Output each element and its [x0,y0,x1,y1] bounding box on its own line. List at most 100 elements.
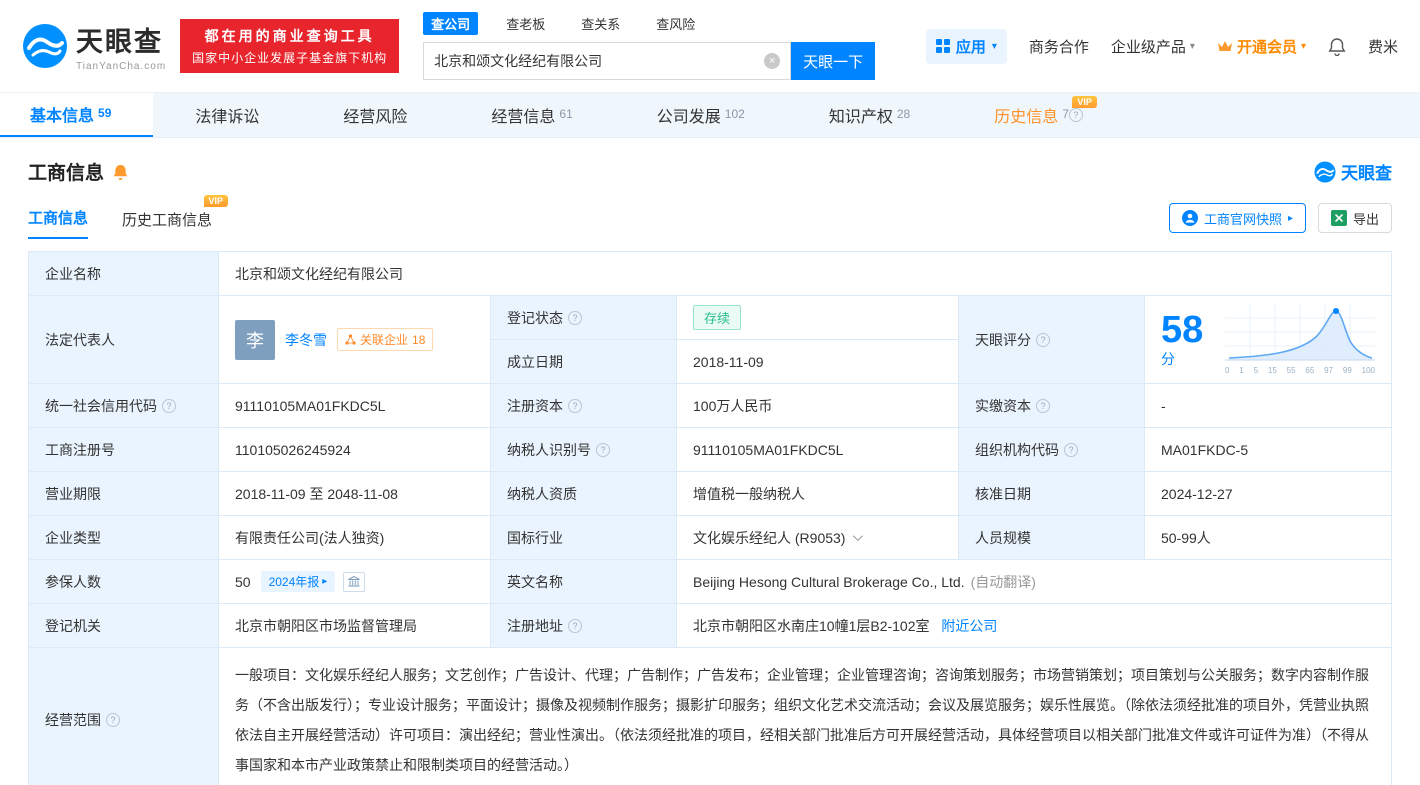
help-icon[interactable]: ? [1068,108,1083,122]
tab-company-development[interactable]: 公司发展 102 [615,93,787,137]
reg-number-value: 110105026245924 [218,427,491,472]
search-box: × [423,42,792,80]
help-icon[interactable]: ? [1036,398,1050,413]
business-scope-label: 经营范围? [28,647,219,785]
official-snapshot-button[interactable]: 工商官网快照 ▸ [1168,203,1306,233]
help-icon[interactable]: ? [568,618,582,633]
reg-address-value: 北京市朝阳区水南庄10幢1层B2-102室 附近公司 [676,603,1392,648]
tab-operation-info[interactable]: 经营信息 61 [449,93,614,137]
vip-badge: VIP [1072,96,1097,108]
social-insurance-icon[interactable] [343,571,366,592]
org-code-value: MA01FKDC-5 [1144,427,1392,472]
apps-label: 应用 [955,38,986,56]
bell-icon[interactable] [1328,37,1346,56]
auto-translate-note: (自动翻译) [970,573,1036,590]
search-input[interactable] [434,53,765,69]
watermark-logo: 天眼查 [1314,159,1392,184]
english-name-label: 英文名称 [490,559,677,604]
paid-capital-label: 实缴资本? [958,383,1145,428]
chevron-down-icon: ▾ [991,40,997,52]
logo-text: 天眼查 [76,27,163,57]
table-row: 登记机关 北京市朝阳区市场监督管理局 注册地址? 北京市朝阳区水南庄10幢1层B… [28,603,1392,648]
taxpayer-id-label: 纳税人识别号? [490,427,677,472]
help-icon[interactable]: ? [1064,442,1078,457]
company-type-value: 有限责任公司(法人独资) [218,515,491,560]
nearby-companies-link[interactable]: 附近公司 [941,618,997,634]
nav-user[interactable]: 费米 [1368,36,1398,57]
top-header: 天眼查 TianYanCha.com 都在用的商业查询工具 国家中小企业发展子基… [0,0,1420,92]
company-name-value: 北京和颂文化经纪有限公司 [218,251,1392,296]
notify-bell-icon[interactable] [112,163,129,181]
staff-size-value: 50-99人 [1144,515,1392,560]
chevron-down-icon: ▾ [1189,40,1195,52]
help-icon[interactable]: ? [568,398,582,413]
tab-basic-info[interactable]: 基本信息 59 [0,93,154,137]
help-icon[interactable]: ? [1036,332,1050,347]
subtab-history-business-info[interactable]: VIP 历史工商信息 [122,195,229,239]
org-code-label: 组织机构代码? [958,427,1145,472]
taxpayer-quality-value: 增值税一般纳税人 [676,471,959,516]
taxpayer-id-value: 91110105MA01FKDC5L [676,427,959,472]
promo-line1: 都在用的商业查询工具 [204,28,375,44]
est-date-value: 2018-11-09 [676,339,959,384]
table-row: 企业名称 北京和颂文化经纪有限公司 [28,251,1392,296]
annual-report-badge[interactable]: 2024年报 ▸ [260,571,336,592]
status-badge: 存续 [693,305,742,330]
legal-rep-link[interactable]: 李冬雪 [285,330,327,350]
search-button[interactable]: 天眼一下 [791,42,876,80]
logo-subtext: TianYanCha.com [76,61,167,72]
search-tab-relation[interactable]: 查关系 [573,12,628,35]
clear-search-icon[interactable]: × [764,53,781,69]
reg-status-label: 登记状态? [490,295,677,340]
section-tabs-bar: 基本信息 59 法律诉讼 经营风险 经营信息 61 公司发展 102 知识产权 28 V… [0,92,1420,138]
reg-status-value: 存续 [676,295,959,340]
table-row: 经营范围? 一般项目：文化娱乐经纪人服务；文艺创作；广告设计、代理；广告制作；广… [28,647,1392,785]
arrow-right-icon: ▸ [1287,212,1293,224]
credit-code-value: 91110105MA01FKDC5L [218,383,491,428]
tab-operation-risk[interactable]: 经营风险 [301,93,449,137]
section-title: 工商信息 [28,163,105,184]
score-number: 58 [1161,308,1204,351]
help-icon[interactable]: ? [596,442,610,457]
insured-value: 50 2024年报 ▸ [218,559,491,604]
staff-size-label: 人员规模 [958,515,1145,560]
reg-capital-label: 注册资本? [490,383,677,428]
paid-capital-value: - [1144,383,1392,428]
logo-wave-icon [23,24,67,68]
reg-capital-value: 100万人民币 [676,383,959,428]
tab-legal[interactable]: 法律诉讼 [153,93,301,137]
export-button[interactable]: 导出 [1317,203,1392,233]
tab-intellectual-property[interactable]: 知识产权 28 [787,93,952,137]
legal-rep-value: 李 李冬雪 关联企业 18 [218,295,491,384]
search-tab-boss[interactable]: 查老板 [498,12,553,35]
biz-term-label: 营业期限 [28,471,219,516]
tab-history-info[interactable]: VIP 历史信息 7 ? [952,93,1125,137]
help-icon[interactable]: ? [568,310,582,325]
nav-vip[interactable]: 开通会员 ▾ [1217,36,1306,57]
related-companies-badge[interactable]: 关联企业 18 [337,328,434,351]
credit-code-label: 统一社会信用代码? [28,383,219,428]
help-icon[interactable]: ? [106,713,120,727]
search-area: 查公司 查老板 查关系 查风险 × 天眼一下 [423,12,876,80]
taxpayer-quality-label: 纳税人资质 [490,471,677,516]
reg-address-label: 注册地址? [490,603,677,648]
apps-menu[interactable]: 应用 ▾ [925,28,1007,64]
avatar[interactable]: 李 [235,319,275,360]
tianyancha-logo[interactable]: 天眼查 TianYanCha.com [22,20,166,72]
approval-date-label: 核准日期 [958,471,1145,516]
score-chart: 01 5 15 55 65 97 99 100 [1225,304,1375,375]
search-tab-risk[interactable]: 查风险 [648,12,703,35]
subtab-business-info[interactable]: 工商信息 [28,207,89,239]
chevron-down-icon[interactable] [853,531,864,542]
grid-icon [935,39,950,53]
search-tab-company[interactable]: 查公司 [423,12,479,35]
logo-wave-icon [1314,160,1336,183]
table-row: 企业类型 有限责任公司(法人独资) 国标行业 文化娱乐经纪人 (R9053) 人… [28,515,1392,560]
help-icon[interactable]: ? [162,398,176,413]
table-row: 营业期限 2018-11-09 至 2048-11-08 纳税人资质 增值税一般… [28,471,1392,516]
score-axis: 01 5 15 55 65 97 99 100 [1225,366,1375,375]
nav-enterprise[interactable]: 企业级产品 ▾ [1111,36,1195,57]
vip-badge: VIP [203,195,229,207]
nav-cooperation[interactable]: 商务合作 [1029,36,1089,57]
reg-authority-label: 登记机关 [28,603,219,648]
